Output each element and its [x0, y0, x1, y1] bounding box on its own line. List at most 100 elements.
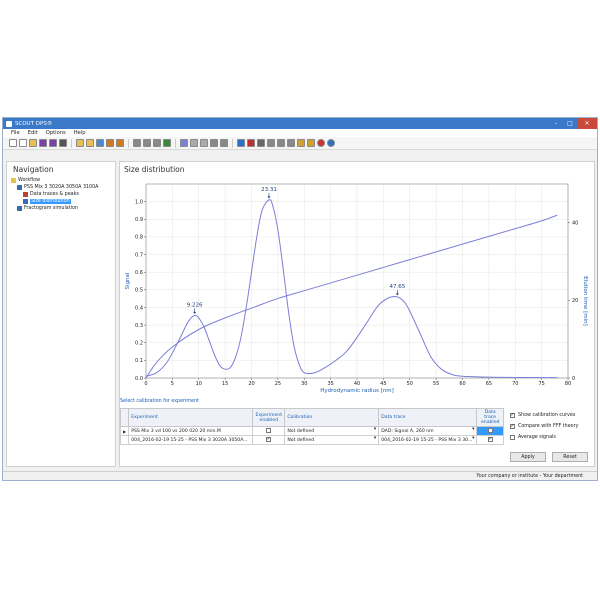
option-label: Show calibration curves — [518, 413, 576, 418]
checkbox[interactable] — [266, 437, 272, 442]
row-indicator: ▶ — [119, 426, 130, 436]
tree-item[interactable]: Workflow — [11, 177, 115, 184]
folder-open-icon[interactable] — [86, 139, 94, 147]
save-as-icon[interactable] — [49, 139, 57, 147]
tree-item[interactable]: Size distribution — [11, 198, 115, 205]
cell-data-trace-enabled[interactable] — [476, 426, 504, 436]
column-experiment-enabled[interactable]: Experiment enabled — [252, 408, 286, 427]
cell-experiment-enabled[interactable] — [252, 426, 286, 436]
x-tick-label: 0 — [144, 381, 147, 387]
triangle-icon[interactable] — [190, 139, 198, 147]
x-tick-label: 70 — [512, 381, 518, 387]
tree-item[interactable]: Data traces & peaks — [11, 191, 115, 198]
chevron-down-icon[interactable]: ▾ — [472, 428, 474, 433]
pipette-icon[interactable] — [237, 139, 245, 147]
y2-axis-label: Elution time [min] — [582, 276, 588, 326]
stack-icon[interactable] — [287, 139, 295, 147]
tree-item[interactable]: PSS Mix 3 3020A 3050A 3100A — [11, 184, 115, 191]
column-experiment[interactable]: Experiment — [128, 408, 254, 427]
menu-help[interactable]: Help — [74, 130, 86, 136]
checkbox[interactable] — [510, 423, 515, 429]
x-tick-label: 25 — [275, 381, 281, 387]
title-bar: SCOUT DPS® – □ ✕ — [3, 118, 597, 129]
column-data-trace[interactable]: Data trace — [378, 408, 478, 427]
cell-calibration[interactable]: Not defined ▾ — [284, 435, 380, 445]
option-checkbox[interactable]: Show calibration curves — [510, 410, 578, 421]
menu-options[interactable]: Options — [46, 130, 66, 136]
wand-icon[interactable] — [247, 139, 255, 147]
x-tick-label: 5 — [171, 381, 174, 387]
percent-icon[interactable] — [163, 139, 171, 147]
import-icon[interactable] — [106, 139, 114, 147]
option-checkbox[interactable]: Average signals — [510, 432, 578, 443]
cell-experiment[interactable]: 004_2016-02-19 15-25 - PSS Mix 3 3020A 3… — [128, 435, 254, 445]
help-icon[interactable] — [327, 139, 335, 147]
close-icon[interactable]: ✕ — [577, 118, 597, 129]
option-checkbox[interactable]: Compare with FFF theory — [510, 421, 578, 432]
peak-label: 47.65 — [389, 284, 405, 290]
row-indicator — [119, 435, 130, 445]
error-icon[interactable] — [317, 139, 325, 147]
cell-data-trace[interactable]: 004_2016-02-19 15-25 - PSS Mix 3 30... ▾ — [378, 435, 478, 445]
column-data-trace-enabled[interactable]: Data trace enabled — [476, 408, 504, 427]
table-row[interactable]: ▶ PSS Mix 3 vd 100 vs 200 020 20 min.M Not… — [119, 426, 504, 436]
print-icon[interactable] — [59, 139, 67, 147]
x-axis-label: Hydrodynamic radius [nm] — [320, 388, 394, 394]
chevron-down-icon[interactable]: ▾ — [374, 437, 376, 442]
cell-experiment-enabled[interactable] — [252, 435, 286, 445]
minimize-icon[interactable]: – — [549, 118, 563, 129]
cell-data-trace[interactable]: DAD: Signal A, 260 nm ▾ — [378, 426, 478, 436]
new-doc-icon[interactable] — [9, 139, 17, 147]
chart-icon[interactable] — [180, 139, 188, 147]
y-tick-label: 0.5 — [135, 288, 143, 294]
experiment-icon — [17, 185, 22, 190]
mountain-icon[interactable] — [200, 139, 208, 147]
navigation-panel: Navigation Workflow PSS Mix 3 3020A 3050A… — [6, 161, 116, 467]
toolbar-separator — [128, 138, 129, 148]
table-row[interactable]: 004_2016-02-19 15-25 - PSS Mix 3 3020A 3… — [119, 435, 504, 445]
reset-button[interactable]: Reset — [552, 452, 588, 462]
y-tick-label: 0.8 — [135, 235, 143, 241]
cut-icon[interactable] — [257, 139, 265, 147]
clock-icon[interactable] — [153, 139, 161, 147]
x-tick-label: 40 — [354, 381, 360, 387]
undo-icon[interactable] — [133, 139, 141, 147]
flask2-icon[interactable] — [220, 139, 228, 147]
folder-icon — [11, 178, 16, 183]
copy-icon[interactable] — [277, 139, 285, 147]
cell-text: DAD: Signal A, 260 nm — [381, 428, 434, 434]
checkbox[interactable] — [487, 437, 493, 442]
cell-text: Not defined — [287, 437, 315, 443]
options-panel: Show calibration curves Compare with FFF … — [510, 410, 578, 443]
checkbox[interactable] — [266, 428, 272, 433]
folder-icon[interactable] — [76, 139, 84, 147]
cell-data-trace-enabled[interactable] — [476, 435, 504, 445]
new-copy-icon[interactable] — [19, 139, 27, 147]
checkbox[interactable] — [510, 412, 515, 418]
cell-experiment[interactable]: PSS Mix 3 vd 100 vs 200 020 20 min.M — [128, 426, 254, 436]
y-tick-label: 0.0 — [135, 376, 143, 382]
maximize-icon[interactable]: □ — [563, 118, 577, 129]
y-tick-label: 0.1 — [135, 358, 143, 364]
ruler-icon[interactable] — [297, 139, 305, 147]
chevron-down-icon[interactable]: ▾ — [374, 428, 376, 433]
chevron-down-icon[interactable]: ▾ — [472, 437, 474, 442]
paste-icon[interactable] — [267, 139, 275, 147]
open-icon[interactable] — [29, 139, 37, 147]
save-icon[interactable] — [39, 139, 47, 147]
menu-file[interactable]: File — [11, 130, 20, 136]
image-icon[interactable] — [96, 139, 104, 147]
measure-icon[interactable] — [307, 139, 315, 147]
cell-calibration[interactable]: Not defined ▾ — [284, 426, 380, 436]
redo-icon[interactable] — [143, 139, 151, 147]
export-icon[interactable] — [116, 139, 124, 147]
option-label: Average signals — [518, 435, 556, 440]
column-calibration[interactable]: Calibration — [284, 408, 380, 427]
checkbox[interactable] — [487, 428, 493, 433]
checkbox[interactable] — [510, 435, 515, 440]
apply-button[interactable]: Apply — [510, 452, 546, 462]
y-axis-label: Signal — [125, 272, 131, 289]
tree-item[interactable]: Fractogram simulation — [11, 205, 115, 212]
flask-icon[interactable] — [210, 139, 218, 147]
menu-edit[interactable]: Edit — [28, 130, 38, 136]
